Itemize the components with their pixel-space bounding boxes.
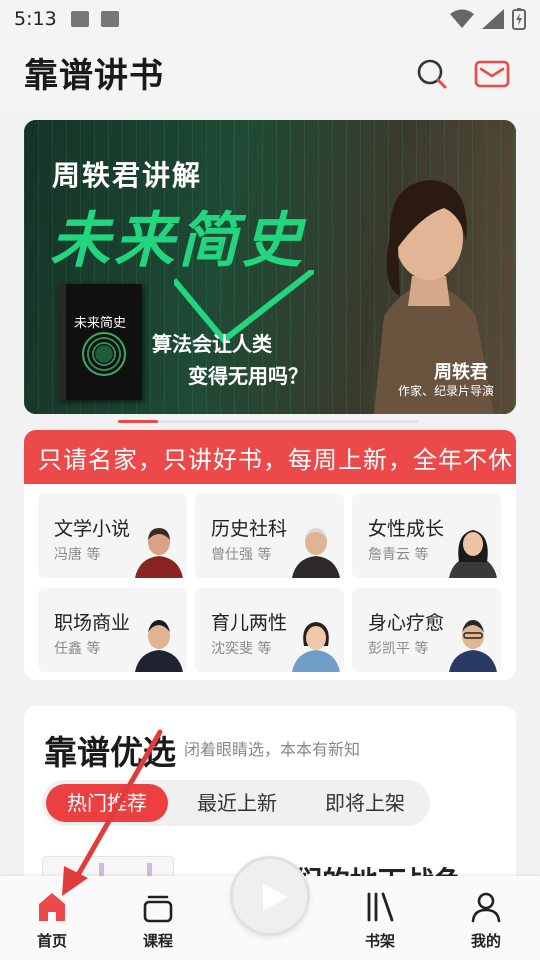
banner-headline: 周轶君讲解 bbox=[52, 159, 203, 192]
category-name: 历史社科 bbox=[211, 518, 288, 540]
author-photo bbox=[292, 622, 340, 672]
signal-icon bbox=[482, 9, 504, 29]
app-title: 靠谱讲书 bbox=[24, 56, 164, 96]
category-authors: 詹青云 等 bbox=[368, 547, 429, 563]
bookshelf-icon bbox=[367, 892, 394, 922]
message-icon[interactable] bbox=[474, 56, 510, 92]
category-authors: 任鑫 等 bbox=[54, 641, 101, 657]
category-name: 女性成长 bbox=[368, 518, 445, 540]
gallery-notification-icon bbox=[70, 11, 89, 27]
battery-icon bbox=[512, 8, 526, 30]
fingerprint-graphic bbox=[82, 332, 126, 376]
carousel-indicator bbox=[118, 420, 418, 423]
author-photo bbox=[449, 620, 497, 672]
author-photo bbox=[135, 620, 183, 672]
category-authors: 曾仕强 等 bbox=[211, 547, 272, 563]
home-icon bbox=[39, 893, 65, 921]
author-photo bbox=[449, 530, 497, 578]
profile-icon bbox=[471, 892, 501, 923]
status-bar: 5:13 bbox=[0, 0, 540, 38]
nav-home[interactable]: 首页 bbox=[22, 890, 82, 951]
carousel-indicator-active bbox=[118, 420, 158, 423]
nav-bookshelf[interactable]: 书架 bbox=[350, 890, 410, 951]
book-cover-title: 未来简史 bbox=[74, 316, 127, 331]
banner-title: 未来简史 bbox=[50, 206, 306, 276]
tab-new[interactable]: 最近上新 bbox=[182, 784, 292, 822]
slogan-bar: 只请名家，只讲好书，每周上新，全年不休 bbox=[24, 430, 516, 484]
author-photo bbox=[135, 528, 183, 578]
nav-label: 首页 bbox=[36, 932, 67, 950]
category-name: 文学小说 bbox=[54, 518, 131, 540]
category-authors: 彭凯平 等 bbox=[368, 641, 429, 657]
book-cover: 未来简史 bbox=[58, 284, 142, 400]
search-icon[interactable] bbox=[414, 56, 450, 92]
category-name: 身心疗愈 bbox=[368, 612, 445, 634]
promo-banner[interactable]: 周轶君讲解 未来简史 未来简史 算法会让人类 变得无用吗？ 周轶君 作家、纪录片… bbox=[24, 120, 516, 414]
banner-question-line1: 算法会让人类 bbox=[152, 332, 272, 356]
featured-title: 靠谱优选 bbox=[44, 733, 176, 772]
category-card: 只请名家，只讲好书，每周上新，全年不休 文学小说 冯唐 等 历史社科 曾仕强 等… bbox=[24, 430, 516, 680]
speaker-role: 作家、纪录片导演 bbox=[397, 384, 494, 398]
nav-label: 我的 bbox=[470, 932, 501, 950]
play-button[interactable] bbox=[230, 856, 310, 936]
category-female-growth[interactable]: 女性成长 詹青云 等 bbox=[352, 494, 501, 578]
category-literature[interactable]: 文学小说 冯唐 等 bbox=[38, 494, 187, 578]
nav-label: 书架 bbox=[364, 932, 395, 950]
category-grid: 文学小说 冯唐 等 历史社科 曾仕强 等 女性成长 詹青云 等 职场商业 任鑫 … bbox=[38, 494, 502, 672]
tab-upcoming[interactable]: 即将上架 bbox=[310, 784, 420, 822]
courses-icon bbox=[143, 895, 173, 923]
speaker-name: 周轶君 bbox=[434, 362, 488, 383]
banner-question-line2: 变得无用吗？ bbox=[188, 364, 308, 388]
category-history[interactable]: 历史社科 曾仕强 等 bbox=[195, 494, 344, 578]
nav-courses[interactable]: 课程 bbox=[128, 890, 188, 951]
category-business[interactable]: 职场商业 任鑫 等 bbox=[38, 588, 187, 672]
category-authors: 沈奕斐 等 bbox=[211, 641, 272, 657]
category-authors: 冯唐 等 bbox=[54, 547, 101, 563]
nav-profile[interactable]: 我的 bbox=[456, 890, 516, 951]
featured-tabs: 热门推荐 最近上新 即将上架 bbox=[42, 780, 430, 826]
tab-hot[interactable]: 热门推荐 bbox=[46, 784, 168, 822]
category-name: 育儿两性 bbox=[211, 612, 288, 634]
category-name: 职场商业 bbox=[54, 612, 131, 634]
category-parenting[interactable]: 育儿两性 沈奕斐 等 bbox=[195, 588, 344, 672]
author-photo bbox=[292, 528, 340, 578]
category-healing[interactable]: 身心疗愈 彭凯平 等 bbox=[352, 588, 501, 672]
wifi-icon bbox=[450, 9, 474, 28]
app-notification-icon bbox=[100, 11, 119, 27]
featured-subtitle: 闭着眼睛选，本本有新知 bbox=[184, 740, 361, 759]
nav-label: 课程 bbox=[142, 932, 173, 950]
status-time: 5:13 bbox=[14, 8, 57, 30]
app-header: 靠谱讲书 bbox=[0, 38, 540, 110]
play-icon bbox=[263, 883, 287, 911]
